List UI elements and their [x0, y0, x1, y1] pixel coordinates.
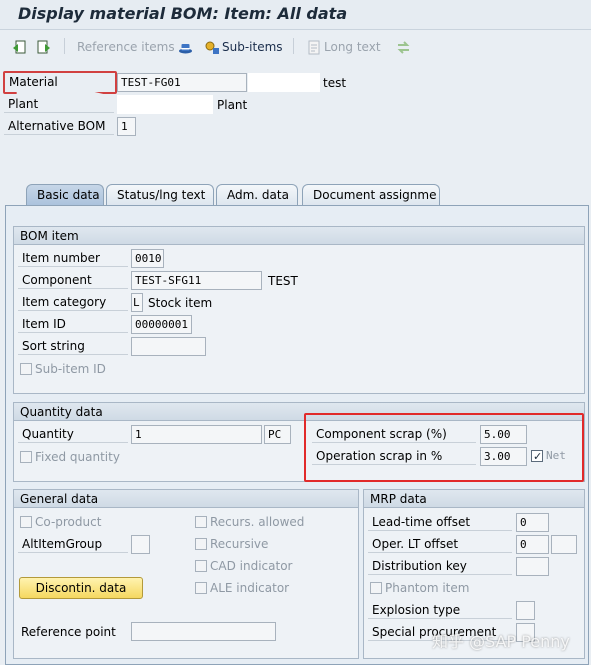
component-field[interactable]: TEST-SFG11 — [131, 271, 262, 290]
oper-lt-offset-unit-field[interactable] — [551, 535, 577, 554]
phantom-item-label: Phantom item — [385, 581, 470, 595]
long-text-button[interactable]: Long text — [307, 38, 381, 56]
reference-items-label: Reference items — [77, 40, 175, 54]
tab-label: Document assignme — [313, 188, 437, 202]
material-description: test — [323, 76, 347, 90]
oper-lt-offset-label: Oper. LT offset — [368, 535, 512, 553]
component-label: Component — [18, 271, 128, 289]
tab-status-lng-text[interactable]: Status/lng text — [106, 184, 214, 206]
quantity-label: Quantity — [18, 425, 128, 443]
lead-time-offset-field[interactable]: 0 — [516, 513, 549, 532]
sub-items-button[interactable]: Sub-items — [205, 38, 283, 56]
material-desc-box — [248, 73, 320, 92]
lead-time-offset-label: Lead-time offset — [368, 513, 512, 531]
toolbar-separator — [64, 38, 65, 54]
item-id-label: Item ID — [18, 315, 128, 333]
ale-indicator-label: ALE indicator — [210, 581, 290, 595]
long-text-label: Long text — [324, 40, 381, 54]
window-title: Display material BOM: Item: All data — [18, 4, 348, 23]
alternative-bom-label: Alternative BOM — [4, 117, 114, 135]
recurs-allowed-checkbox[interactable]: Recurs. allowed — [195, 513, 304, 531]
bom-hat-icon — [179, 43, 192, 53]
explosion-type-field[interactable] — [516, 601, 535, 620]
toolbar-separator — [293, 38, 294, 54]
quantity-field[interactable]: 1 — [131, 425, 262, 444]
plant-field[interactable] — [117, 95, 213, 114]
tab-label: Adm. data — [227, 188, 289, 202]
oper-lt-offset-field[interactable]: 0 — [516, 535, 549, 554]
item-category-description: Stock item — [148, 296, 213, 310]
mrp-data-group-title: MRP data — [364, 490, 584, 508]
where-used-button[interactable] — [396, 38, 413, 56]
unit-field[interactable]: PC — [264, 425, 291, 444]
ale-indicator-checkbox[interactable]: ALE indicator — [195, 579, 289, 597]
bom-display-button[interactable] — [178, 38, 195, 56]
checkbox-box — [20, 451, 32, 463]
cad-indicator-checkbox[interactable]: CAD indicator — [195, 557, 292, 575]
item-category-label: Item category — [18, 293, 128, 311]
fixed-quantity-checkbox[interactable]: Fixed quantity — [20, 448, 120, 466]
previous-item-button[interactable] — [12, 38, 29, 56]
distribution-key-field[interactable] — [516, 557, 549, 576]
general-data-group-title: General data — [14, 490, 358, 508]
toolbar: Reference items Sub-items Long text — [0, 32, 591, 60]
tab-basic-data[interactable]: Basic data — [26, 184, 104, 206]
distribution-key-label: Distribution key — [368, 557, 512, 575]
item-category-field[interactable]: L — [131, 293, 143, 312]
checkbox-box — [20, 516, 32, 528]
watermark: 知乎 @SAP Penny — [432, 632, 570, 651]
transfer-arrows-icon — [397, 40, 410, 54]
checkbox-box — [195, 560, 207, 572]
sort-string-field[interactable] — [131, 337, 206, 356]
sub-item-id-checkbox[interactable]: Sub-item ID — [20, 360, 106, 378]
highlight-frame — [304, 413, 584, 482]
checkbox-box — [20, 363, 32, 375]
fixed-quantity-label: Fixed quantity — [35, 450, 120, 464]
next-page-icon — [37, 40, 50, 53]
tab-label: Basic data — [37, 188, 100, 202]
recursive-checkbox[interactable]: Recursive — [195, 535, 268, 553]
item-id-field[interactable]: 00000001 — [131, 315, 192, 334]
material-field[interactable]: TEST-FG01 — [117, 73, 247, 92]
checkbox-box — [370, 582, 382, 594]
discontin-data-button[interactable]: Discontin. data — [19, 577, 143, 599]
checkbox-box — [195, 538, 207, 550]
sub-item-id-label: Sub-item ID — [35, 362, 106, 376]
reference-point-field[interactable] — [131, 622, 276, 641]
reference-items-button[interactable]: Reference items — [77, 38, 175, 56]
item-number-field[interactable]: 0010 — [131, 249, 164, 268]
title-bar: Display material BOM: Item: All data — [0, 0, 591, 30]
checkbox-box — [195, 582, 207, 594]
tab-document-assignment[interactable]: Document assignme — [302, 184, 440, 206]
sub-items-label: Sub-items — [222, 40, 283, 54]
reference-point-label: Reference point — [21, 625, 116, 639]
recursive-label: Recursive — [210, 537, 269, 551]
recurs-allowed-label: Recurs. allowed — [210, 515, 305, 529]
tab-adm-data[interactable]: Adm. data — [216, 184, 298, 206]
alternative-bom-field[interactable]: 1 — [117, 117, 136, 136]
alt-item-group-label: AltItemGroup — [18, 535, 128, 553]
phantom-item-checkbox[interactable]: Phantom item — [370, 579, 469, 597]
long-text-icon — [308, 40, 320, 54]
sub-items-icon — [205, 41, 219, 54]
alt-item-group-field[interactable] — [131, 535, 150, 554]
sort-string-label: Sort string — [18, 337, 128, 355]
cad-indicator-label: CAD indicator — [210, 559, 293, 573]
explosion-type-label: Explosion type — [368, 601, 512, 619]
plant-label: Plant — [4, 95, 114, 113]
bom-item-group-title: BOM item — [14, 227, 584, 245]
previous-page-icon — [13, 40, 26, 53]
tab-label: Status/lng text — [117, 188, 206, 202]
co-product-label: Co-product — [35, 515, 102, 529]
plant-description: Plant — [217, 98, 248, 112]
checkbox-box — [195, 516, 207, 528]
co-product-checkbox[interactable]: Co-product — [20, 513, 101, 531]
next-item-button[interactable] — [36, 38, 53, 56]
component-description: TEST — [268, 274, 298, 288]
item-number-label: Item number — [18, 249, 128, 267]
